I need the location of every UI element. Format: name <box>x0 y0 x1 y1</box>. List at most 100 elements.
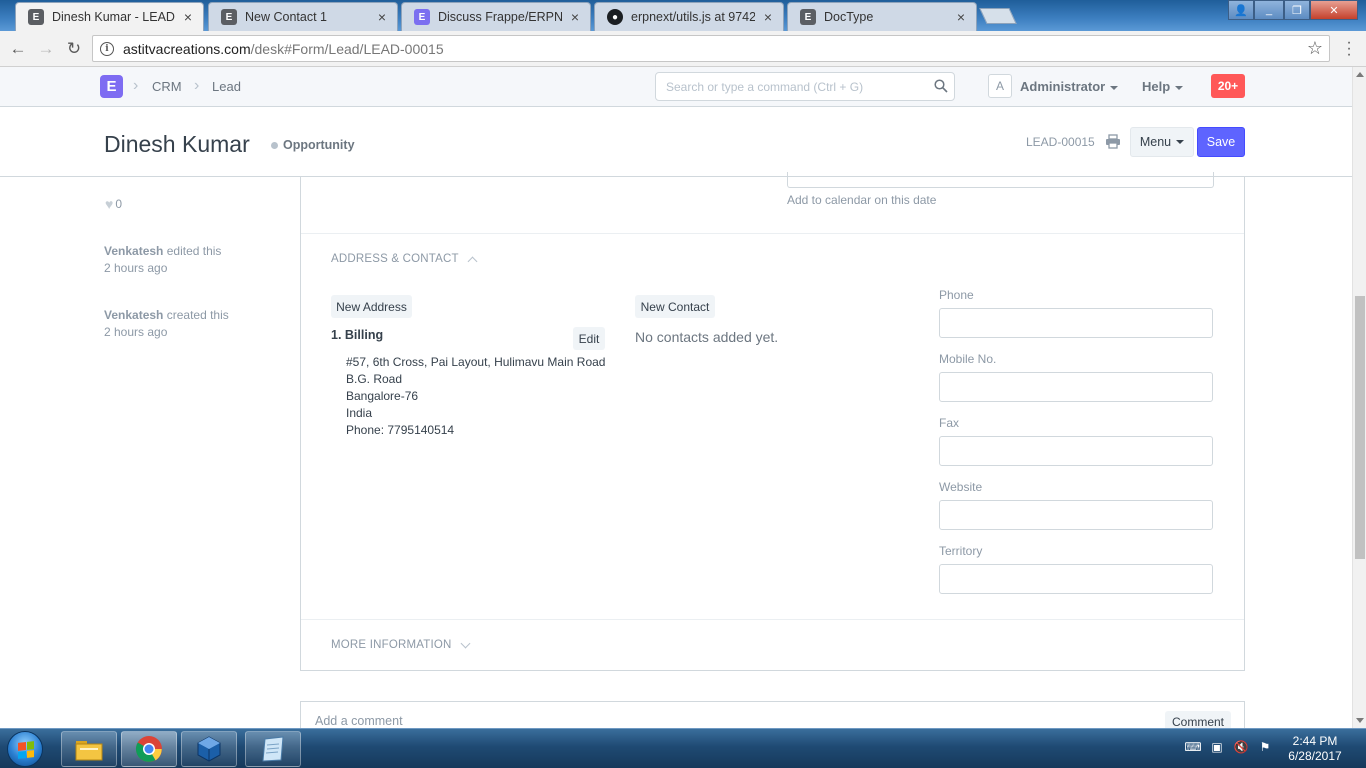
search-icon[interactable] <box>934 79 948 93</box>
tab-title: Dinesh Kumar - LEAD-00015 <box>52 10 175 24</box>
start-button[interactable] <box>7 731 43 767</box>
scrollbar-thumb[interactable] <box>1355 296 1365 559</box>
browser-tab[interactable]: E DocType × <box>787 2 977 31</box>
like-counter[interactable]: ♥ 0 <box>105 196 122 212</box>
erpnext-e-icon: E <box>221 9 237 25</box>
taskbar-clock[interactable]: 2:44 PM 6/28/2017 <box>1280 734 1350 764</box>
new-tab-button[interactable] <box>979 8 1017 24</box>
close-icon[interactable]: × <box>181 9 195 25</box>
phone-field[interactable] <box>939 308 1213 338</box>
reload-icon[interactable]: ↻ <box>62 37 86 61</box>
close-icon[interactable]: × <box>375 9 389 25</box>
caret-down-icon <box>1110 85 1119 90</box>
chevron-right-icon: › <box>194 77 200 94</box>
timeline-time: 2 hours ago <box>104 325 168 339</box>
browser-tab-active[interactable]: E Dinesh Kumar - LEAD-00015 × <box>15 2 204 31</box>
browser-tab-strip: E Dinesh Kumar - LEAD-00015 × E New Cont… <box>0 0 1366 31</box>
bookmark-star-icon[interactable]: ☆ <box>1307 38 1323 59</box>
notifications-badge[interactable]: 20+ <box>1211 74 1245 98</box>
user-profile-icon[interactable]: 👤 <box>1228 0 1254 20</box>
breadcrumb-crm[interactable]: CRM <box>152 79 182 94</box>
close-icon[interactable]: × <box>761 9 775 25</box>
chevron-right-icon: › <box>133 77 139 94</box>
print-icon[interactable] <box>1105 134 1121 149</box>
calendar-help-text: Add to calendar on this date <box>787 193 937 207</box>
territory-label: Territory <box>939 544 983 558</box>
browser-toolbar: ← → ↻ i astitvacreations.com/desk#Form/L… <box>0 31 1366 67</box>
timeline-item: Venkatesh created this 2 hours ago <box>104 307 229 341</box>
timeline-item: Venkatesh edited this 2 hours ago <box>104 243 221 277</box>
status-dot-icon <box>271 141 278 149</box>
section-divider <box>301 233 1244 234</box>
like-count: 0 <box>115 197 122 211</box>
notepad-taskbar-button[interactable] <box>245 731 301 767</box>
scroll-down-arrow-icon[interactable] <box>1356 718 1364 723</box>
mobile-no-label: Mobile No. <box>939 352 997 366</box>
windows-logo-icon <box>18 741 34 759</box>
date-input-partial[interactable] <box>787 172 1214 188</box>
edit-address-button[interactable]: Edit <box>573 327 605 350</box>
website-field[interactable] <box>939 500 1213 530</box>
menu-dropdown-button[interactable]: Menu <box>1130 127 1194 157</box>
address-line: India <box>346 406 373 420</box>
breadcrumb-lead[interactable]: Lead <box>212 79 241 94</box>
address-title: 1. Billing <box>331 328 384 342</box>
timeline-action: edited this <box>166 244 222 258</box>
tab-title: Discuss Frappe/ERPNext <box>438 10 562 24</box>
timeline-action: created this <box>166 308 229 322</box>
help-menu[interactable]: Help <box>1142 79 1184 94</box>
clock-time: 2:44 PM <box>1292 734 1338 748</box>
info-icon[interactable]: i <box>100 41 114 56</box>
status-indicator: Opportunity <box>271 138 355 152</box>
section-heading-label: MORE INFORMATION <box>331 639 452 651</box>
form-layout: Add to calendar on this date ADDRESS & C… <box>300 172 1245 671</box>
section-heading-address-contact[interactable]: ADDRESS & CONTACT <box>331 253 478 266</box>
new-address-button[interactable]: New Address <box>331 295 412 318</box>
close-icon[interactable]: × <box>954 9 968 25</box>
heart-icon[interactable]: ♥ <box>105 196 113 212</box>
chevron-down-icon <box>460 638 470 649</box>
browser-tab[interactable]: ● erpnext/utils.js at 97426 × <box>594 2 784 31</box>
avatar[interactable]: A <box>988 74 1012 98</box>
forward-arrow-icon[interactable]: → <box>34 37 58 61</box>
keyboard-tray-icon[interactable]: ⌨ <box>1184 738 1202 756</box>
no-contacts-message: No contacts added yet. <box>635 329 779 345</box>
search-input[interactable] <box>656 73 916 100</box>
tab-title: New Contact 1 <box>245 10 327 24</box>
section-heading-more-information[interactable]: MORE INFORMATION <box>331 638 470 651</box>
fax-field[interactable] <box>939 436 1213 466</box>
action-center-flag-icon[interactable]: ⚑ <box>1256 738 1274 756</box>
github-icon: ● <box>607 9 623 25</box>
back-arrow-icon[interactable]: ← <box>6 37 30 61</box>
close-icon[interactable]: × <box>568 9 582 25</box>
territory-field[interactable] <box>939 564 1213 594</box>
browser-tab[interactable]: E Discuss Frappe/ERPNext × <box>401 2 591 31</box>
volume-muted-icon[interactable]: 🔇 <box>1232 738 1250 756</box>
new-contact-button[interactable]: New Contact <box>635 295 715 318</box>
erpnext-e-icon: E <box>800 9 816 25</box>
close-window-button[interactable]: ✕ <box>1310 0 1358 20</box>
scroll-up-arrow-icon[interactable] <box>1356 72 1364 77</box>
timeline-user[interactable]: Venkatesh <box>104 244 163 258</box>
app-logo[interactable]: E <box>100 75 123 98</box>
save-button[interactable]: Save <box>1197 127 1245 157</box>
notepad-icon <box>262 736 284 762</box>
tab-title: erpnext/utils.js at 97426 <box>631 10 755 24</box>
caret-down-icon <box>1175 85 1184 90</box>
user-menu[interactable]: Administrator <box>1020 79 1119 94</box>
comment-input[interactable]: Add a comment <box>315 714 403 728</box>
vertical-scrollbar[interactable] <box>1352 67 1366 728</box>
minimize-button[interactable]: _ <box>1254 0 1284 20</box>
chrome-taskbar-button[interactable] <box>121 731 177 767</box>
mobile-no-field[interactable] <box>939 372 1213 402</box>
restore-button[interactable]: ❐ <box>1284 0 1310 20</box>
address-bar[interactable]: i astitvacreations.com/desk#Form/Lead/LE… <box>92 35 1330 62</box>
network-tray-icon[interactable]: ▣ <box>1208 738 1226 756</box>
explorer-taskbar-button[interactable] <box>61 731 117 767</box>
url-text: astitvacreations.com/desk#Form/Lead/LEAD… <box>123 40 444 57</box>
chrome-menu-icon[interactable]: · · · <box>1341 35 1357 63</box>
browser-tab[interactable]: E New Contact 1 × <box>208 2 398 31</box>
timeline-user[interactable]: Venkatesh <box>104 308 163 322</box>
virtualbox-taskbar-button[interactable] <box>181 731 237 767</box>
app-navbar: E › CRM › Lead A Administrator Help 20+ <box>0 67 1352 107</box>
